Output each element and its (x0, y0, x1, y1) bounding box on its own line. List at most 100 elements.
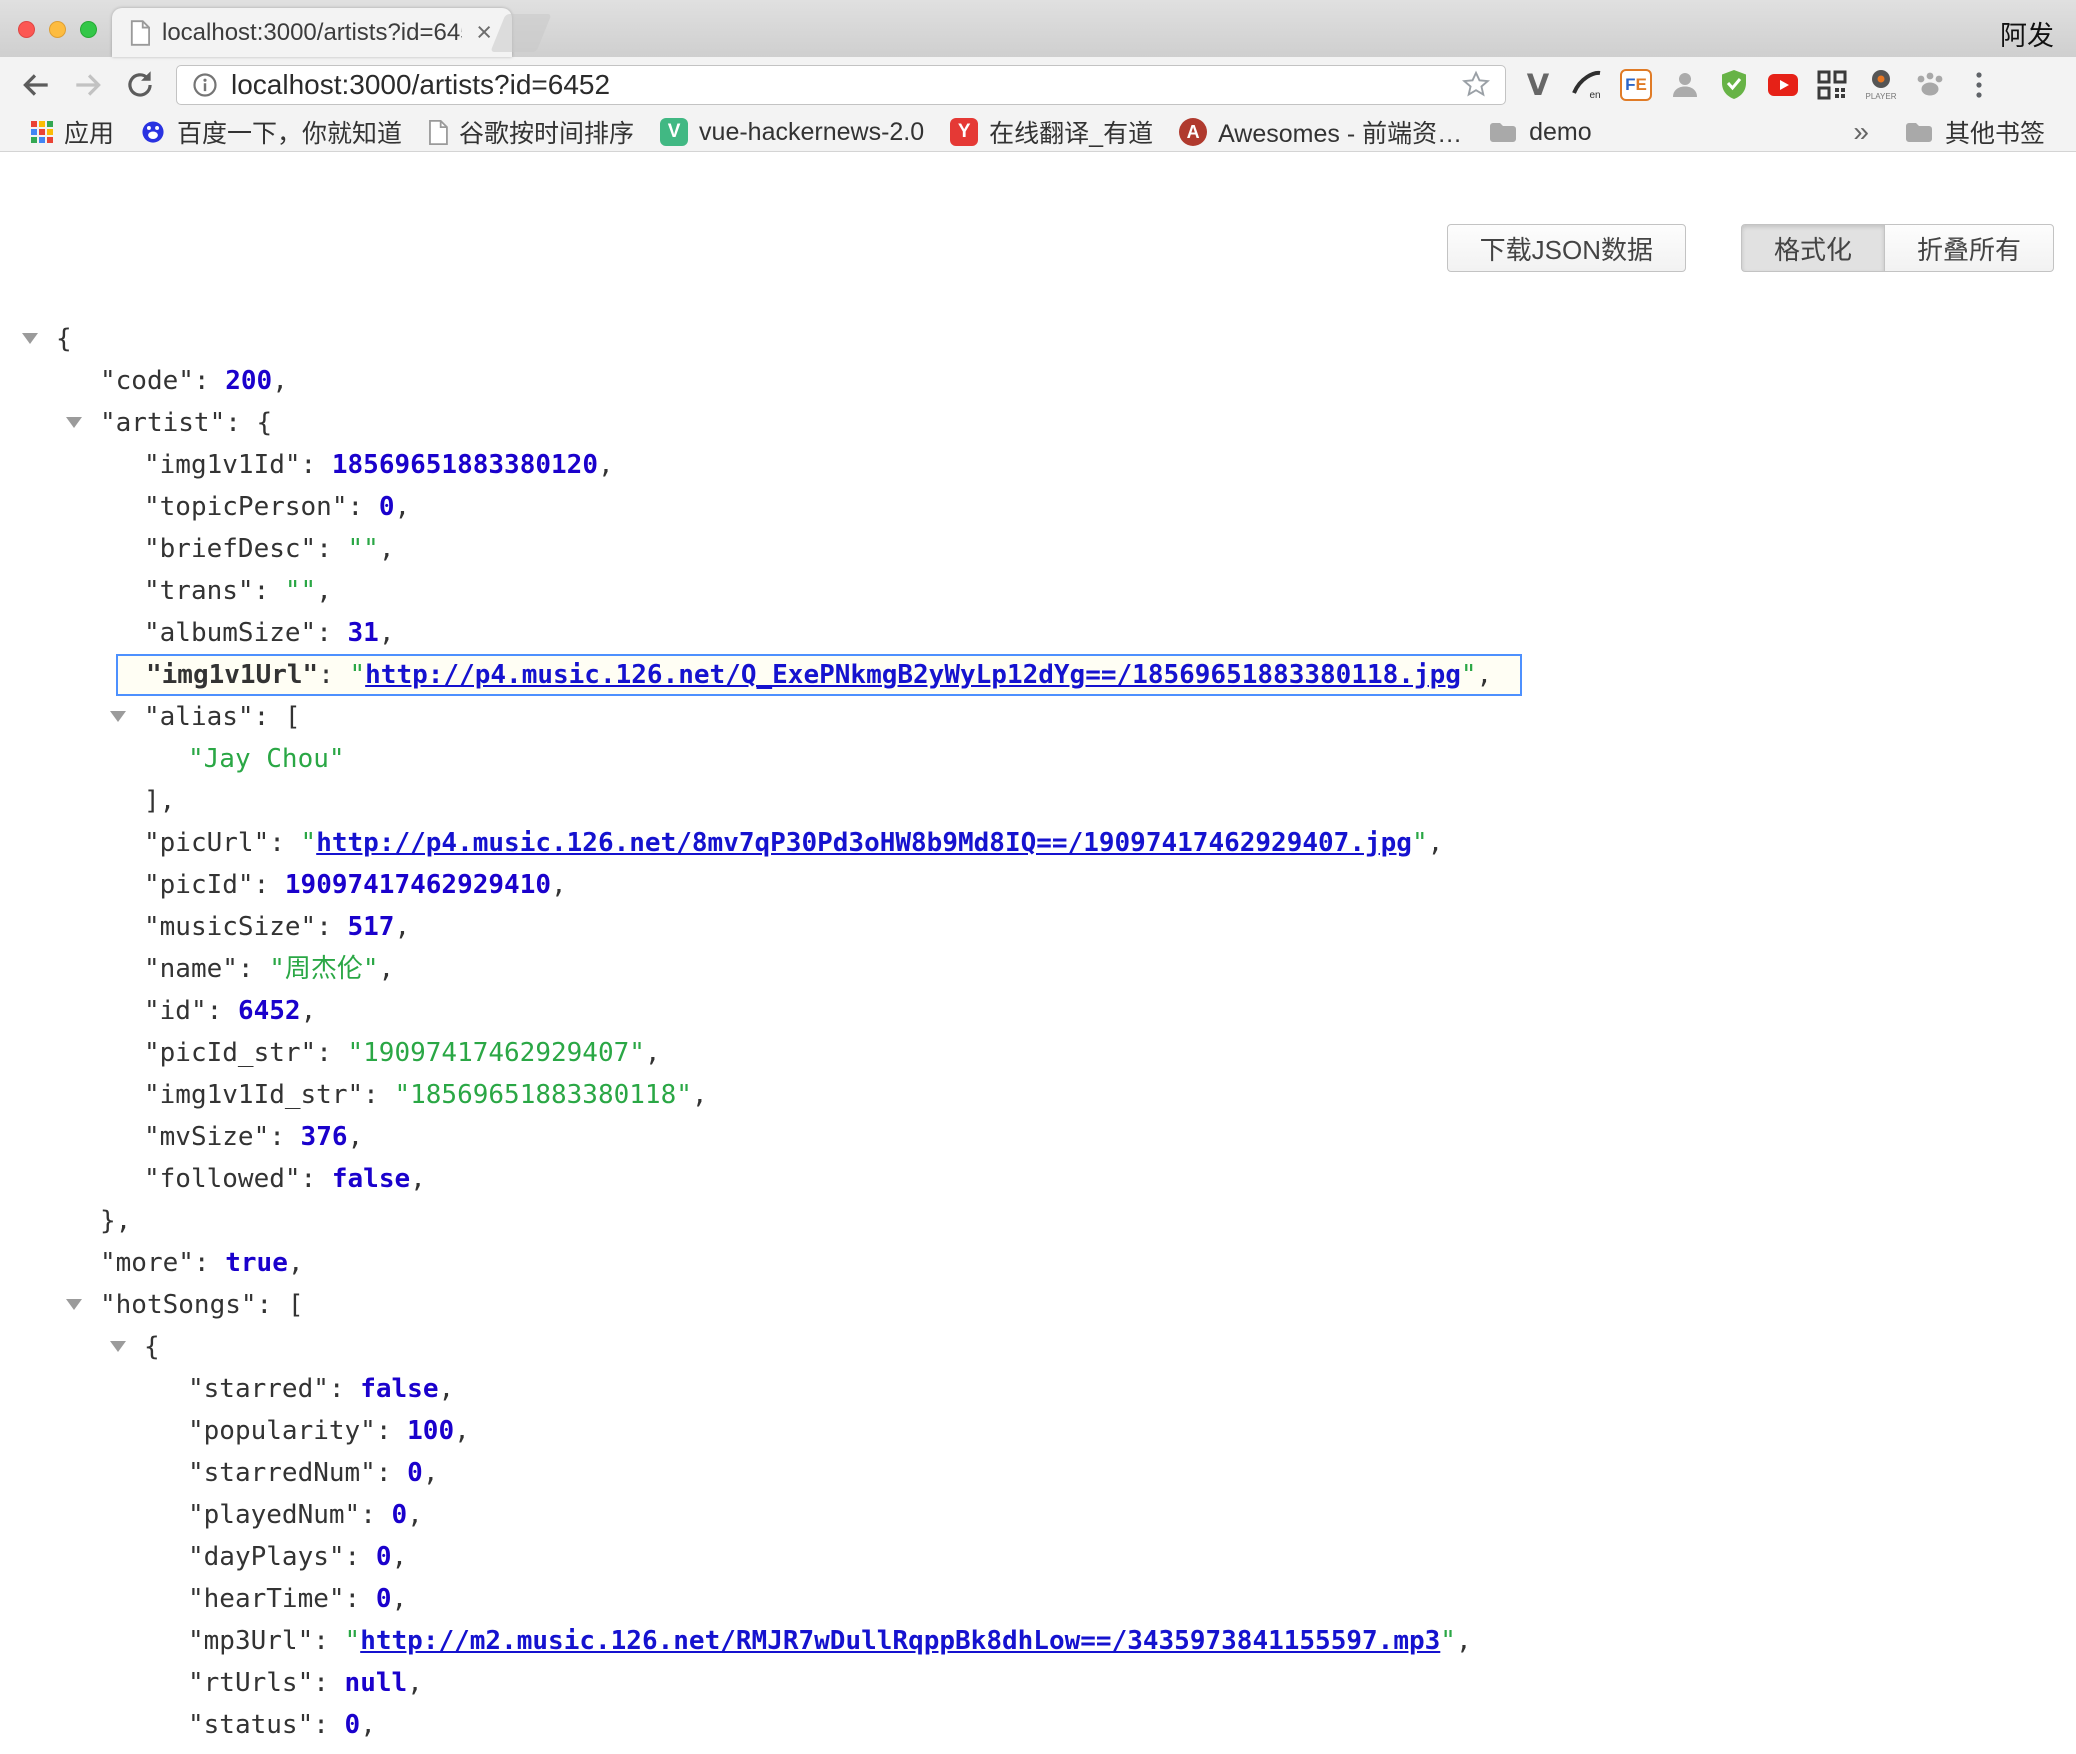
url-text[interactable]: localhost:3000/artists?id=6452 (231, 69, 1449, 101)
json-line: "mvSize": 376, (0, 1116, 2076, 1158)
json-token: , (598, 450, 614, 480)
bookmark-label: Awesomes - 前端资… (1218, 114, 1462, 150)
zoom-window-button[interactable] (80, 21, 97, 38)
json-line-text: "topicPerson": 0, (144, 486, 410, 528)
json-token: 517 (348, 912, 395, 942)
bookmark-vue-hackernews[interactable]: V vue-hackernews-2.0 (647, 113, 937, 151)
minimize-window-button[interactable] (49, 21, 66, 38)
json-token: , (392, 1542, 408, 1572)
collapse-all-button[interactable]: 折叠所有 (1884, 224, 2054, 272)
json-token: 31 (348, 618, 379, 648)
profile-name[interactable]: 阿发 (2000, 14, 2054, 53)
format-button[interactable]: 格式化 (1741, 224, 1885, 272)
bookmarks-overflow-icon[interactable]: » (1839, 116, 1883, 148)
json-token: "briefDesc" (144, 534, 316, 564)
json-line-text: "mvSize": 376, (144, 1116, 363, 1158)
json-token: "picId_str" (144, 1038, 316, 1068)
json-token: 0 (392, 1500, 408, 1530)
bookmark-star-icon[interactable] (1461, 70, 1491, 100)
json-token: : (254, 870, 285, 900)
json-token: "img1v1Url" (146, 660, 318, 690)
json-line-text: "followed": false, (144, 1158, 426, 1200)
json-line: "hearTime": 0, (0, 1578, 2076, 1620)
collapse-toggle-icon[interactable] (66, 417, 82, 428)
json-token: }, (100, 1206, 131, 1236)
json-line: "topicPerson": 0, (0, 486, 2076, 528)
paw-icon[interactable] (1912, 67, 1948, 103)
download-json-button[interactable]: 下载JSON数据 (1447, 224, 1686, 272)
json-token: : (376, 1416, 407, 1446)
json-line-text: "status": 0, (188, 1704, 376, 1746)
json-url-link[interactable]: http://p4.music.126.net/8mv7qP30Pd3oHW8b… (316, 828, 1412, 858)
browser-menu-icon[interactable] (1961, 67, 1997, 103)
tab-close-icon[interactable]: × (474, 19, 494, 46)
browser-tab[interactable]: localhost:3000/artists?id=645 × (112, 8, 512, 57)
json-line-text: "code": 200, (100, 360, 288, 402)
reload-button[interactable] (116, 61, 164, 109)
collapse-toggle-icon[interactable] (110, 711, 126, 722)
json-token: , (348, 1122, 364, 1152)
json-token: "alias" (144, 702, 254, 732)
vimium-icon[interactable]: V (1520, 67, 1556, 103)
json-token: : (254, 576, 285, 606)
json-highlighted-row: "img1v1Url": "http://p4.music.126.net/Q_… (116, 654, 1522, 696)
json-token: "picId" (144, 870, 254, 900)
json-line-text: "dayPlays": 0, (188, 1536, 407, 1578)
url-input[interactable]: localhost:3000/artists?id=6452 (176, 65, 1506, 105)
bookmark-awesomes[interactable]: A Awesomes - 前端资… (1166, 113, 1475, 151)
json-line: "more": true, (0, 1242, 2076, 1284)
youdao-dict-icon[interactable]: en (1569, 67, 1605, 103)
json-line: "mp3Url": "http://m2.music.126.net/RMJR7… (0, 1620, 2076, 1662)
json-token: "status" (188, 1710, 313, 1740)
bookmark-folder-demo[interactable]: demo (1475, 113, 1605, 151)
json-token: "" (348, 534, 379, 564)
qrcode-icon[interactable] (1814, 67, 1850, 103)
json-line: "popularity": 100, (0, 1410, 2076, 1452)
json-token: " (1440, 1626, 1456, 1656)
json-token: , (379, 534, 395, 564)
apps-shortcut[interactable]: 应用 (18, 113, 127, 151)
json-token: "topicPerson" (144, 492, 348, 522)
bookmark-label: vue-hackernews-2.0 (699, 118, 924, 147)
bookmark-label: 在线翻译_有道 (989, 114, 1153, 150)
back-button[interactable] (12, 61, 60, 109)
bookmark-google-sort[interactable]: 谷歌按时间排序 (415, 113, 647, 151)
tab-title: localhost:3000/artists?id=645 (162, 19, 462, 47)
collapse-toggle-icon[interactable] (22, 333, 38, 344)
collapse-toggle-icon[interactable] (66, 1299, 82, 1310)
json-line-text: "Jay Chou" (188, 738, 345, 780)
json-line: "Jay Chou" (0, 738, 2076, 780)
json-token: , (551, 870, 567, 900)
json-url-link[interactable]: http://m2.music.126.net/RMJR7wDullRqppBk… (360, 1626, 1440, 1656)
json-line: }, (0, 1200, 2076, 1242)
bookmark-baidu[interactable]: 百度一下，你就知道 (127, 113, 415, 151)
json-token: , (272, 366, 288, 396)
json-token: , (379, 954, 395, 984)
json-line: "copyFrom": "", (0, 1746, 2076, 1754)
apps-label: 应用 (64, 114, 114, 150)
json-token: : [ (254, 702, 301, 732)
page-info-icon[interactable] (191, 71, 219, 99)
close-window-button[interactable] (18, 21, 35, 38)
json-token: "starredNum" (188, 1458, 376, 1488)
youtube-icon[interactable] (1765, 67, 1801, 103)
svg-text:en: en (1589, 90, 1600, 101)
folder-icon (1488, 120, 1518, 144)
json-line-text: "popularity": 100, (188, 1410, 470, 1452)
json-line-text: "trans": "", (144, 570, 332, 612)
json-line-text: "hotSongs": [ (100, 1284, 304, 1326)
json-toolbar: 下载JSON数据 格式化 折叠所有 (1447, 224, 2054, 272)
adguard-shield-icon[interactable] (1716, 67, 1752, 103)
other-bookmarks-folder[interactable]: 其他书签 (1891, 114, 2058, 150)
json-token: , (379, 618, 395, 648)
json-line: { (0, 318, 2076, 360)
forward-button[interactable] (64, 61, 112, 109)
collapse-toggle-icon[interactable] (110, 1341, 126, 1352)
json-url-link[interactable]: http://p4.music.126.net/Q_ExePNkmgB2yWyL… (365, 660, 1461, 690)
json-line-text: "copyFrom": "", (188, 1746, 423, 1754)
player-icon[interactable]: PLAYER (1863, 67, 1899, 103)
bookmark-youdao-translate[interactable]: Y 在线翻译_有道 (937, 113, 1166, 151)
json-line-text: }, (100, 1200, 131, 1242)
user-icon[interactable] (1667, 67, 1703, 103)
fehelper-icon[interactable]: FE (1618, 67, 1654, 103)
